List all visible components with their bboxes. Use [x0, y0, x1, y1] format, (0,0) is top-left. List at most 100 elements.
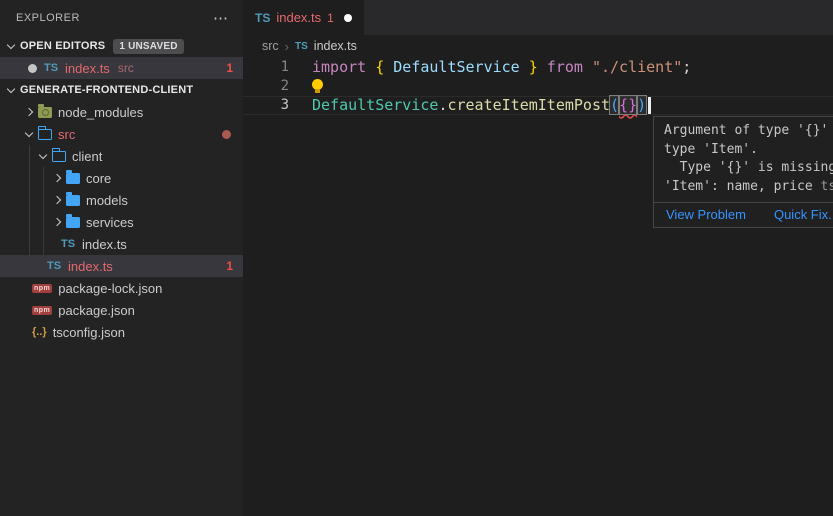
tab-filename: index.ts [276, 10, 321, 25]
error-count-badge: 1 [226, 259, 233, 273]
code-content [312, 81, 323, 90]
folder-icon [52, 151, 66, 162]
line-number: 1 [243, 59, 289, 75]
code-token: {} [619, 96, 637, 114]
chevron-down-icon [25, 129, 33, 137]
open-editor-description: src [118, 61, 134, 75]
code-token: import [312, 58, 375, 76]
tree-item-tsconfig-json[interactable]: {..} tsconfig.json [0, 321, 243, 343]
open-editors-section-header[interactable]: OPEN EDITORS 1 UNSAVED [0, 35, 243, 57]
text-cursor [648, 97, 651, 114]
lightbulb-icon[interactable] [312, 79, 323, 90]
code-token: "./client" [592, 58, 682, 76]
error-message-line: Type '{}' is missing the following prope… [664, 159, 833, 178]
code-editor[interactable]: 1 import { DefaultService } from "./clien… [243, 57, 833, 115]
explorer-title: EXPLORER [16, 12, 80, 24]
folder-icon [66, 195, 80, 206]
npm-icon: npm [32, 306, 52, 315]
hover-actions: View Problem Quick Fix... (Ctrl+.) [654, 202, 833, 227]
typescript-icon: TS [295, 41, 308, 52]
tree-item-models[interactable]: models [0, 189, 243, 211]
tree-item-core[interactable]: core [0, 167, 243, 189]
error-message-line: 'Item': name, price ts(2345) [664, 178, 833, 197]
code-token: ( [610, 96, 619, 114]
tab-index-ts[interactable]: TS index.ts 1 [243, 0, 364, 35]
modified-dot-icon [28, 64, 37, 73]
code-token: from [538, 58, 592, 76]
more-actions-icon[interactable]: ⋯ [213, 9, 229, 27]
json-braces-icon: {..} [32, 326, 47, 338]
error-message: Argument of type '{}' is not assignable … [654, 117, 833, 202]
tree-item-package-json[interactable]: npm package.json [0, 299, 243, 321]
tree-item-src[interactable]: src [0, 123, 243, 145]
code-token: ; [682, 58, 691, 76]
tree-item-label: index.ts [68, 259, 113, 274]
quick-fix-link[interactable]: Quick Fix... (Ctrl+.) [774, 207, 833, 222]
breadcrumb: src › TS index.ts [243, 35, 833, 57]
tree-item-label: client [72, 149, 102, 164]
vscode-window: EXPLORER ⋯ OPEN EDITORS 1 UNSAVED TS ind… [0, 0, 833, 516]
tree-item-client[interactable]: client [0, 145, 243, 167]
chevron-right-icon [53, 196, 61, 204]
unsaved-count-badge: 1 UNSAVED [113, 39, 183, 54]
tree-item-index-ts[interactable]: TS index.ts 1 [0, 255, 243, 277]
tree-item-label: package.json [58, 303, 135, 318]
typescript-icon: TS [255, 11, 270, 25]
tree-item-label: node_modules [58, 105, 143, 120]
tree-item-label: src [58, 127, 75, 142]
code-token: . [438, 96, 447, 114]
chevron-down-icon [7, 41, 15, 49]
code-token: createItemItemPost [447, 96, 610, 114]
code-line-3[interactable]: 3DefaultService.createItemItemPost({}) [243, 96, 833, 115]
diagnostic-code: ts(2345) [821, 179, 833, 194]
tree-item-index-ts[interactable]: TSindex.ts [0, 233, 243, 255]
unsaved-dot-icon[interactable] [344, 14, 352, 22]
folder-icon [66, 217, 80, 228]
tab-error-count: 1 [327, 11, 334, 25]
tree-item-label: tsconfig.json [53, 325, 125, 340]
open-editor-item-index-ts[interactable]: TS index.ts src 1 [0, 57, 243, 79]
tree-item-label: package-lock.json [58, 281, 162, 296]
code-line-1[interactable]: 1 import { DefaultService } from "./clien… [243, 57, 833, 76]
chevron-right-icon [53, 218, 61, 226]
workspace-section-header[interactable]: GENERATE-FRONTEND-CLIENT [0, 79, 243, 101]
breadcrumb-file[interactable]: index.ts [314, 39, 357, 53]
file-tree: node_modulessrc client core models services T… [0, 101, 243, 343]
tree-item-package-lock-json[interactable]: npmpackage-lock.json [0, 277, 243, 299]
tree-item-node-modules[interactable]: node_modules [0, 101, 243, 123]
typescript-icon: TS [60, 238, 76, 250]
tab-bar: TS index.ts 1 [243, 0, 833, 35]
tree-item-label: core [86, 171, 111, 186]
tree-item-label: services [86, 215, 134, 230]
chevron-down-icon [39, 151, 47, 159]
folder-icon [66, 173, 80, 184]
open-editor-filename: index.ts [65, 61, 110, 76]
code-token: { [375, 58, 384, 76]
chevron-right-icon: › [285, 39, 289, 54]
code-line-2[interactable]: 2 [243, 76, 833, 95]
workspace-label: GENERATE-FRONTEND-CLIENT [20, 84, 193, 96]
code-content: DefaultService.createItemItemPost({}) [312, 96, 651, 114]
open-editors-label: OPEN EDITORS [20, 40, 105, 52]
error-message-line: type 'Item'. [664, 141, 833, 160]
error-hover-tooltip: Argument of type '{}' is not assignable … [653, 116, 833, 228]
typescript-icon: TS [43, 62, 59, 74]
chevron-right-icon [25, 108, 33, 116]
code-token: ) [637, 96, 646, 114]
folder-icon [38, 107, 52, 118]
indent-guide [43, 167, 44, 255]
code-token: } [529, 58, 538, 76]
tree-item-services[interactable]: services [0, 211, 243, 233]
line-number: 2 [243, 78, 289, 94]
chevron-down-icon [7, 85, 15, 93]
folder-icon [38, 129, 52, 140]
breadcrumb-folder[interactable]: src [262, 39, 279, 53]
modified-error-dot-icon [222, 130, 231, 139]
indent-guide [29, 145, 30, 277]
typescript-icon: TS [46, 260, 62, 272]
code-token: DefaultService [312, 96, 438, 114]
code-token: DefaultService [384, 58, 529, 76]
tree-item-label: models [86, 193, 128, 208]
explorer-sidebar: EXPLORER ⋯ OPEN EDITORS 1 UNSAVED TS ind… [0, 0, 243, 516]
view-problem-link[interactable]: View Problem [666, 207, 746, 222]
